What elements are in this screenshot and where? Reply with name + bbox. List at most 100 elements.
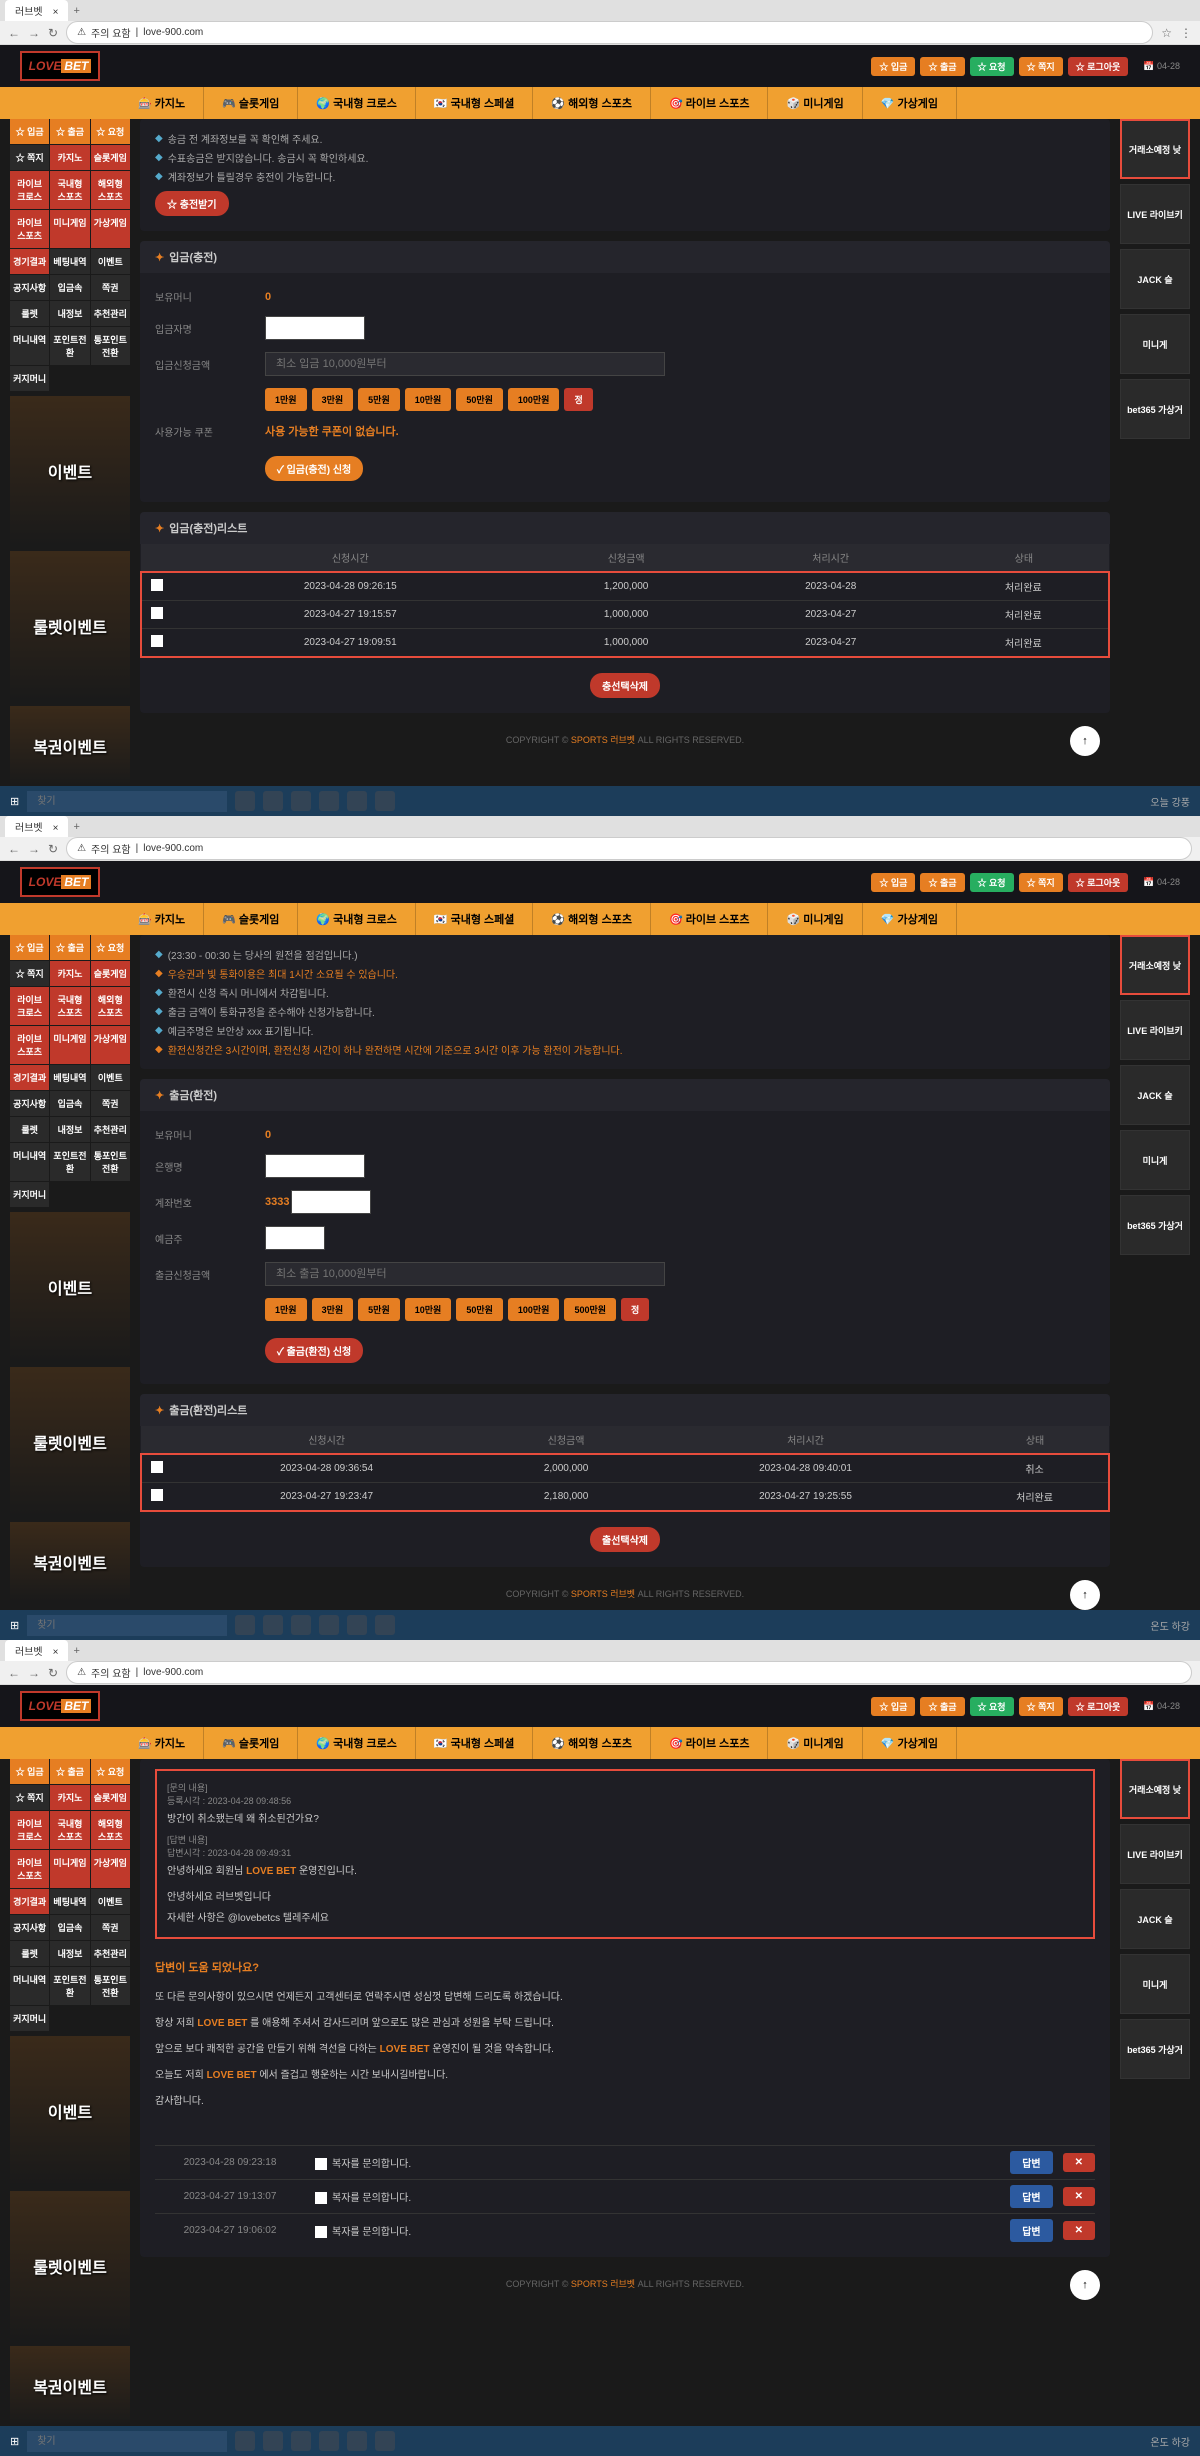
sidebar-item[interactable]: 카지노	[50, 1785, 89, 1810]
sidebar-item[interactable]: 커지머니	[10, 1182, 49, 1207]
event-banner[interactable]: 이벤트	[10, 2036, 130, 2186]
url-bar[interactable]: ⚠ 주의 요함 | love-900.com	[66, 837, 1192, 860]
nav-item[interactable]: ⚽ 해외형 스포츠	[533, 1727, 651, 1759]
start-icon[interactable]: ⊞	[10, 1619, 19, 1632]
sidebar-item[interactable]: 카지노	[50, 961, 89, 986]
reload-icon[interactable]: ↻	[48, 842, 58, 856]
sidebar-item[interactable]: 미니게임	[50, 210, 89, 248]
taskbar-search[interactable]	[27, 1615, 227, 1636]
sidebar-item[interactable]: 룰렛	[10, 1941, 49, 1966]
right-widget[interactable]: LIVE 라이브키	[1120, 1824, 1190, 1884]
amount-input[interactable]	[265, 352, 665, 376]
lottery-banner[interactable]: 복권이벤트	[10, 2346, 130, 2426]
scroll-top-icon[interactable]: ↑	[1070, 726, 1100, 756]
header-withdraw[interactable]: ☆ 출금	[920, 1697, 964, 1716]
sidebar-item[interactable]: 베팅내역	[50, 1889, 89, 1914]
amount-button[interactable]: 10만원	[405, 388, 452, 411]
sidebar-item[interactable]: 입금속	[50, 275, 89, 300]
sidebar-item[interactable]: 머니내역	[10, 327, 49, 365]
header-deposit[interactable]: ☆ 입금	[871, 57, 915, 76]
sidebar-item[interactable]: ☆ 쪽지	[10, 1785, 49, 1810]
close-icon[interactable]: ×	[53, 1647, 59, 1658]
nav-item[interactable]: 🎯 라이브 스포츠	[651, 903, 769, 935]
sidebar-item[interactable]: 슬롯게임	[91, 1785, 130, 1810]
nav-item[interactable]: 🌍 국내형 크로스	[298, 87, 416, 119]
lottery-banner[interactable]: 복권이벤트	[10, 1522, 130, 1602]
browser-tab[interactable]: 러브벳×	[5, 816, 68, 837]
nav-item[interactable]: ⚽ 해외형 스포츠	[533, 87, 651, 119]
sidebar-item[interactable]: 룰렛	[10, 301, 49, 326]
sidebar-item[interactable]: ☆ 출금	[50, 935, 89, 960]
right-widget[interactable]: 거래소예정 낮	[1120, 1759, 1190, 1819]
rating-reply[interactable]: 답변	[1010, 2219, 1052, 2242]
sidebar-item[interactable]: 경기결과	[10, 1889, 49, 1914]
taskbar-app-icon[interactable]	[375, 791, 395, 811]
amount-button[interactable]: 3만원	[312, 1298, 354, 1321]
right-widget[interactable]: 미니게	[1120, 1130, 1190, 1190]
close-icon[interactable]: ×	[53, 823, 59, 834]
logo[interactable]: LOVE BET	[20, 867, 100, 897]
sidebar-item[interactable]: 카지노	[50, 145, 89, 170]
taskbar-app-icon[interactable]	[235, 1615, 255, 1635]
rating-reply[interactable]: 답변	[1010, 2151, 1052, 2174]
row-checkbox[interactable]	[151, 1489, 163, 1501]
sidebar-item[interactable]: 국내형 스포츠	[50, 1811, 89, 1849]
bank-input[interactable]	[265, 1154, 365, 1178]
sidebar-item[interactable]: 쪽권	[91, 1091, 130, 1116]
roulette-banner[interactable]: 룰렛이벤트	[10, 1367, 130, 1517]
back-icon[interactable]: ←	[8, 26, 20, 40]
header-withdraw[interactable]: ☆ 출금	[920, 57, 964, 76]
nav-item[interactable]: 💎 가상게임	[863, 87, 957, 119]
new-tab-button[interactable]: +	[73, 5, 79, 17]
apply-button[interactable]: ☆ 충전받기	[155, 191, 229, 216]
new-tab-button[interactable]: +	[73, 1645, 79, 1657]
row-checkbox[interactable]	[151, 635, 163, 647]
sidebar-item[interactable]: 이벤트	[91, 249, 130, 274]
close-icon[interactable]: ×	[53, 7, 59, 18]
taskbar-search[interactable]	[27, 2431, 227, 2452]
withdraw-delete[interactable]: 출선택삭제	[590, 1527, 660, 1552]
sidebar-item[interactable]: 추천관리	[91, 301, 130, 326]
amount-button[interactable]: 50만원	[456, 1298, 503, 1321]
sidebar-item[interactable]: 포인트전환	[50, 1143, 89, 1181]
event-banner[interactable]: 이벤트	[10, 1212, 130, 1362]
sidebar-item[interactable]: ☆ 입금	[10, 119, 49, 144]
sidebar-item[interactable]: ☆ 요청	[91, 1759, 130, 1784]
header-deposit[interactable]: ☆ 입금	[871, 1697, 915, 1716]
amount-button[interactable]: 500만원	[564, 1298, 616, 1321]
roulette-banner[interactable]: 룰렛이벤트	[10, 551, 130, 701]
nav-item[interactable]: 🌍 국내형 크로스	[298, 903, 416, 935]
taskbar-app-icon[interactable]	[375, 2431, 395, 2451]
nav-item[interactable]: 🎲 미니게임	[768, 87, 862, 119]
sidebar-item[interactable]: 미니게임	[50, 1850, 89, 1888]
nav-item[interactable]: 🎰 카지노	[120, 903, 204, 935]
sidebar-item[interactable]: 라이브 스포츠	[10, 210, 49, 248]
sidebar-item[interactable]: 포인트전환	[50, 327, 89, 365]
event-banner[interactable]: 이벤트	[10, 396, 130, 546]
forward-icon[interactable]: →	[28, 1666, 40, 1680]
taskbar-app-icon[interactable]	[319, 791, 339, 811]
nav-item[interactable]: 🎰 카지노	[120, 1727, 204, 1759]
nav-item[interactable]: 🎮 슬롯게임	[204, 1727, 298, 1759]
right-widget[interactable]: bet365 가상거	[1120, 1195, 1190, 1255]
sidebar-item[interactable]: 머니내역	[10, 1967, 49, 2005]
taskbar-app-icon[interactable]	[263, 2431, 283, 2451]
row-checkbox[interactable]	[151, 607, 163, 619]
forward-icon[interactable]: →	[28, 842, 40, 856]
taskbar-app-icon[interactable]	[235, 2431, 255, 2451]
start-icon[interactable]: ⊞	[10, 795, 19, 808]
header-logout[interactable]: ☆ 로그아웃	[1068, 57, 1129, 76]
browser-tab[interactable]: 러브벳×	[5, 1640, 68, 1661]
nav-item[interactable]: 🇰🇷 국내형 스페셜	[416, 903, 534, 935]
sidebar-item[interactable]: 추천관리	[91, 1117, 130, 1142]
sidebar-item[interactable]: 공지사항	[10, 275, 49, 300]
roulette-banner[interactable]: 룰렛이벤트	[10, 2191, 130, 2341]
new-tab-button[interactable]: +	[73, 821, 79, 833]
sidebar-item[interactable]: 슬롯게임	[91, 145, 130, 170]
taskbar-app-icon[interactable]	[319, 2431, 339, 2451]
right-widget[interactable]: JACK 슬	[1120, 1065, 1190, 1125]
logo[interactable]: LOVE BET	[20, 1691, 100, 1721]
nav-item[interactable]: 🌍 국내형 크로스	[298, 1727, 416, 1759]
nav-item[interactable]: 🇰🇷 국내형 스페셜	[416, 1727, 534, 1759]
deposit-submit[interactable]: ✓ 입금(충전) 신청	[265, 456, 363, 481]
